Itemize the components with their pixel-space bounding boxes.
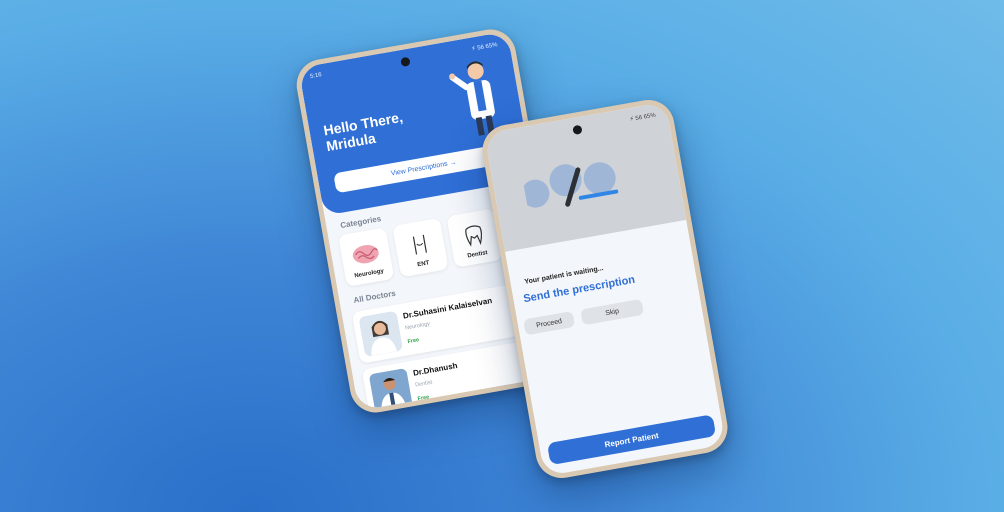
doctor-avatar bbox=[358, 310, 403, 357]
doctor-specialty: Neurology bbox=[404, 321, 431, 332]
proceed-button[interactable]: Proceed bbox=[523, 311, 576, 336]
all-doctors-title: All Doctors bbox=[352, 288, 397, 305]
tooth-icon bbox=[465, 225, 483, 247]
brain-icon bbox=[352, 245, 379, 264]
doctor-specialty: Dentist bbox=[414, 379, 433, 389]
waiting-illustration-icon bbox=[521, 162, 619, 208]
category-label: Dentist bbox=[467, 250, 489, 260]
doctor-photo-icon bbox=[368, 367, 414, 411]
skip-button[interactable]: Skip bbox=[580, 298, 645, 326]
report-patient-label: Report Patient bbox=[603, 430, 660, 449]
proceed-label: Proceed bbox=[535, 317, 563, 329]
status-time: 5:16 bbox=[309, 72, 323, 81]
report-patient-button[interactable]: Report Patient bbox=[546, 414, 717, 466]
status-indicators: ⚡ 56 65% bbox=[629, 112, 657, 124]
category-neurology[interactable]: Neurology bbox=[338, 227, 395, 287]
phone-session: ⚡ 56 65% Your patient is waiting... Send… bbox=[478, 95, 732, 483]
category-label: Neurology bbox=[354, 268, 385, 280]
categories-title: Categories bbox=[339, 214, 382, 231]
category-ent[interactable]: ENT bbox=[392, 217, 449, 278]
doctor-avatar bbox=[368, 367, 414, 411]
doctor-photo-icon bbox=[358, 310, 403, 357]
doctor-price: Free bbox=[417, 394, 430, 403]
skip-label: Skip bbox=[604, 307, 620, 317]
view-prescriptions-label: View Prescriptions → bbox=[390, 158, 457, 178]
doctor-price: Free bbox=[407, 337, 420, 346]
throat-icon bbox=[412, 234, 427, 255]
doctor-name: Dr.Suhasini Kalaiselvan bbox=[402, 296, 493, 321]
session-header: ⚡ 56 65% bbox=[484, 101, 687, 252]
phone-session-screen: ⚡ 56 65% Your patient is waiting... Send… bbox=[484, 101, 726, 477]
category-label: ENT bbox=[416, 260, 430, 269]
status-indicators: ⚡ 56 65% bbox=[471, 42, 498, 53]
action-buttons: Proceed Skip bbox=[523, 298, 645, 336]
greeting: Hello There, Mridula bbox=[322, 109, 406, 154]
doctor-name: Dr.Dhanush bbox=[412, 361, 459, 378]
